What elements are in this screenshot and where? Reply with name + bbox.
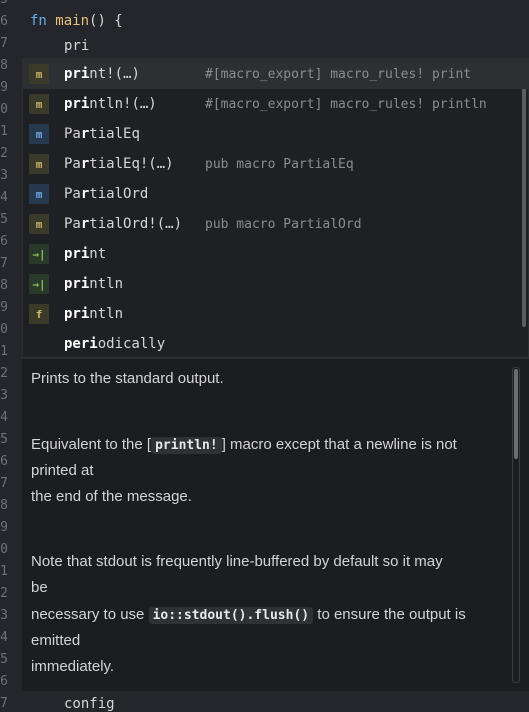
autocomplete-item-label: print	[64, 246, 107, 262]
doc-scrollbar-thumb[interactable]	[514, 369, 518, 459]
doc-text: Equivalent to the [	[31, 436, 152, 453]
line-number: 7	[0, 696, 8, 711]
doc-text: ] macro except that a newline is not	[221, 436, 457, 453]
doc-line-immediately: immediately.	[31, 658, 115, 675]
autocomplete-item[interactable]: f println	[23, 299, 529, 329]
autocomplete-item-label: PartialEq	[64, 126, 140, 142]
macro-icon: m	[29, 154, 49, 174]
autocomplete-item[interactable]: →| println	[23, 269, 529, 299]
autocomplete-item[interactable]: m print!(…) #[macro_export] macro_rules! p…	[23, 59, 529, 89]
autocomplete-item-label: println	[64, 306, 124, 322]
autocomplete-item-label: print!(…)	[64, 66, 140, 82]
macro-icon: m	[29, 64, 49, 84]
fn-signature: () {	[89, 13, 123, 29]
function-icon: f	[29, 304, 49, 324]
doc-line-emitted: emitted	[31, 632, 81, 649]
macro-icon: m	[29, 214, 49, 234]
snippet-icon: →|	[29, 244, 49, 264]
autocomplete-item-detail: #[macro_export] macro_rules! println	[205, 96, 487, 112]
autocomplete-popup[interactable]: m print!(…) #[macro_export] macro_rules! p…	[22, 58, 529, 358]
doc-line-equivalent: Equivalent to the [println!] macro excep…	[31, 432, 457, 459]
code-line-config[interactable]: config	[64, 691, 115, 712]
inline-code-flush[interactable]: io::stdout().flush()	[148, 607, 314, 624]
macro-icon: m	[29, 184, 49, 204]
autocomplete-item-label: println	[64, 276, 124, 292]
line-number-gutter: 567890123456789012345678901234567	[0, 0, 22, 712]
autocomplete-item-label: println!(…)	[64, 96, 157, 112]
autocomplete-item[interactable]: m PartialEq!(…) pub macro PartialEq	[23, 149, 529, 179]
macro-icon: m	[29, 124, 49, 144]
autocomplete-item[interactable]: periodically	[23, 329, 529, 359]
macro-icon: m	[29, 94, 49, 114]
snippet-icon: →|	[29, 274, 49, 294]
autocomplete-item[interactable]: m println!(…) #[macro_export] macro_rules!…	[23, 89, 529, 119]
doc-line-flush: necessary to use io::stdout().flush() to…	[31, 602, 466, 629]
doc-line-printed-at: printed at	[31, 462, 94, 479]
doc-line-end-of-message: the end of the message.	[31, 488, 192, 505]
autocomplete-item-detail: pub macro PartialOrd	[205, 216, 362, 232]
doc-line-be: be	[31, 579, 48, 596]
autocomplete-item[interactable]: m PartialOrd	[23, 179, 529, 209]
doc-text: to ensure the output is	[313, 606, 466, 623]
doc-line-summary: Prints to the standard output.	[31, 370, 224, 387]
function-name: main	[55, 13, 90, 29]
autocomplete-item-label: PartialEq!(…)	[64, 156, 174, 172]
keyword-fn: fn	[30, 13, 47, 29]
autocomplete-item[interactable]: m PartialOrd!(…) pub macro PartialOrd	[23, 209, 529, 239]
autocomplete-item-detail: pub macro PartialEq	[205, 156, 354, 172]
autocomplete-item[interactable]: →| print	[23, 239, 529, 269]
doc-text: necessary to use	[31, 606, 149, 623]
inline-code-println[interactable]: println!	[151, 437, 222, 454]
code-line-typed[interactable]: pri	[64, 33, 89, 59]
doc-line-stdout-note: Note that stdout is frequently line-buff…	[31, 553, 443, 570]
documentation-panel: Prints to the standard output. Equivalen…	[22, 358, 529, 691]
autocomplete-item-label: PartialOrd!(…)	[64, 216, 183, 232]
code-line-fn-main[interactable]: fn main() {	[30, 8, 123, 34]
autocomplete-item-detail: #[macro_export] macro_rules! print	[205, 66, 472, 82]
autocomplete-item[interactable]: m PartialEq	[23, 119, 529, 149]
autocomplete-item-label: periodically	[64, 336, 166, 352]
autocomplete-item-label: PartialOrd	[64, 186, 149, 202]
